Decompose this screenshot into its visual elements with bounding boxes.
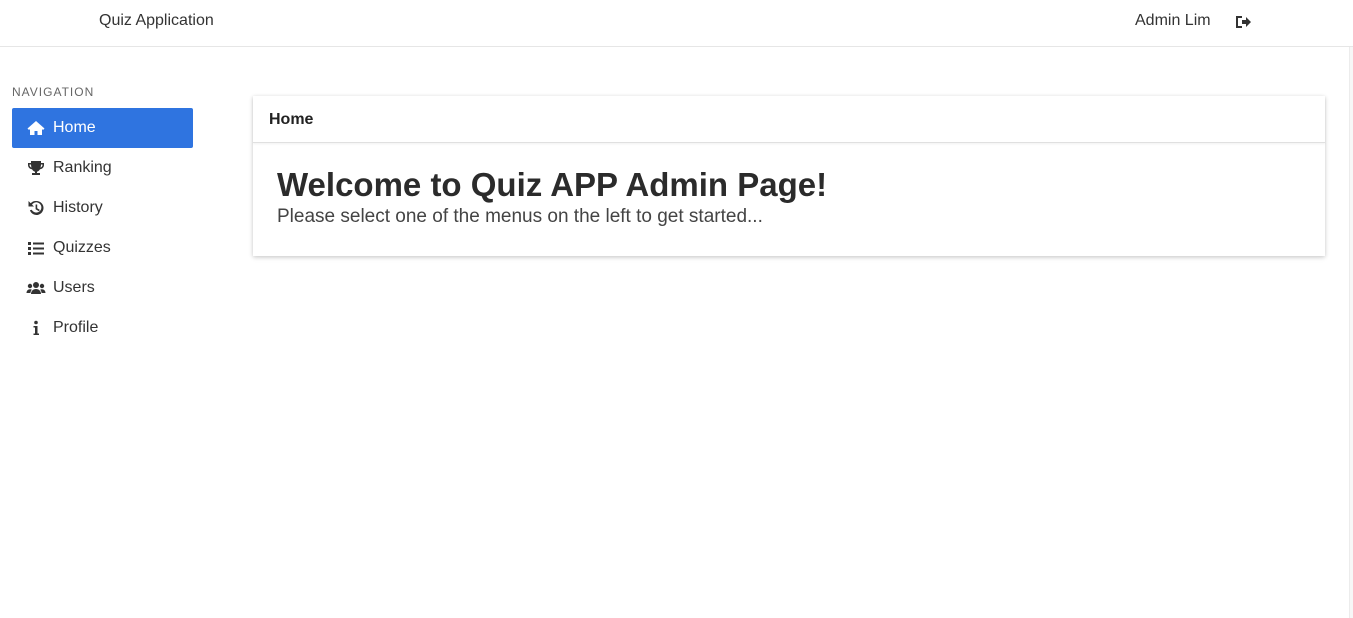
- brand-link[interactable]: Quiz Application: [99, 12, 214, 30]
- scrollbar[interactable]: [1349, 47, 1353, 618]
- card-body: Welcome to Quiz APP Admin Page! Please s…: [253, 143, 1325, 229]
- sidebar-item-label: Ranking: [53, 159, 112, 176]
- welcome-card: Home Welcome to Quiz APP Admin Page! Ple…: [253, 96, 1325, 256]
- page-title: Welcome to Quiz APP Admin Page!: [277, 166, 828, 203]
- list-icon: [26, 239, 46, 257]
- sidebar-item-ranking[interactable]: Ranking: [12, 148, 193, 188]
- home-icon: [26, 119, 46, 137]
- sidebar-item-label: History: [53, 199, 103, 216]
- sidebar-item-history[interactable]: History: [12, 188, 193, 228]
- sidebar: NAVIGATION Home Ranking History Quizzes …: [12, 84, 193, 348]
- trophy-icon: [26, 159, 46, 177]
- history-icon: [26, 199, 46, 217]
- card-header: Home: [253, 96, 1325, 143]
- users-icon: [26, 279, 46, 297]
- info-icon: [26, 319, 46, 337]
- sidebar-item-label: Quizzes: [53, 239, 111, 256]
- sidebar-item-label: Home: [53, 119, 96, 136]
- user-name: Admin Lim: [1135, 12, 1211, 29]
- page-subtitle: Please select one of the menus on the le…: [277, 206, 763, 227]
- nav-heading: NAVIGATION: [12, 85, 95, 99]
- sidebar-item-home[interactable]: Home: [12, 108, 193, 148]
- sidebar-item-users[interactable]: Users: [12, 268, 193, 308]
- sidebar-item-profile[interactable]: Profile: [12, 308, 193, 348]
- sidebar-item-label: Profile: [53, 319, 99, 336]
- sidebar-item-quizzes[interactable]: Quizzes: [12, 228, 193, 268]
- sidebar-item-label: Users: [53, 279, 95, 296]
- top-navbar: Quiz Application Admin Lim: [0, 0, 1353, 47]
- sign-out-icon[interactable]: [1234, 13, 1252, 31]
